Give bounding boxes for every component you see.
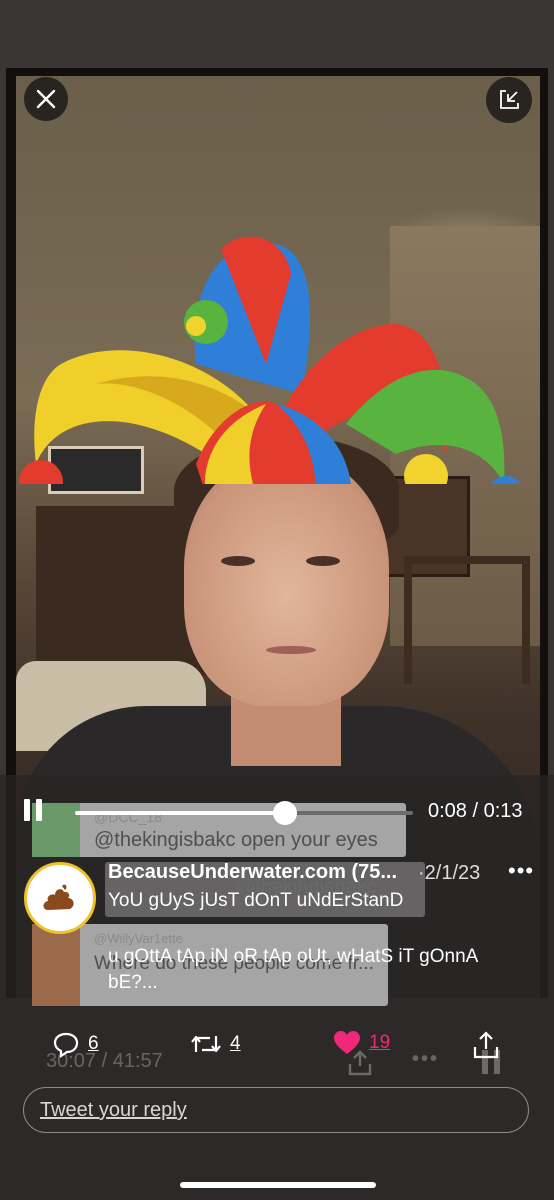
elapsed-time: 0:08	[428, 800, 467, 822]
share-button[interactable]	[472, 1030, 500, 1060]
home-indicator[interactable]	[180, 1182, 376, 1188]
poop-emoji-avatar-icon	[43, 884, 74, 910]
like-count: 19	[369, 1032, 391, 1053]
background-comment-text: @thekingisbakc open your eyes	[94, 829, 378, 851]
tweet-author[interactable]: BecauseUnderwater.com (75...	[108, 861, 413, 884]
tweet-actions: 6 4 19	[0, 1030, 554, 1070]
tweet-text-line-2: u gOttA tAp iN oR tAp oUt, wHatS iT gOnn…	[108, 946, 478, 993]
date-separator: ·	[418, 862, 425, 884]
reply-count: 6	[88, 1033, 99, 1054]
close-button[interactable]	[24, 77, 68, 121]
tweet-date-value: 2/1/23	[424, 862, 481, 884]
collapse-arrow-icon	[500, 90, 519, 109]
pause-icon-bar-right	[36, 799, 42, 821]
reply-input[interactable]: Tweet your reply	[23, 1087, 529, 1133]
progress-bar[interactable]	[75, 801, 413, 825]
close-icon	[36, 89, 56, 109]
reply-button[interactable]: 6	[52, 1030, 99, 1058]
tweet-text-line-1: YoU gUyS jUsT dOnT uNdErStanD	[108, 890, 404, 911]
total-duration: 0:13	[483, 800, 523, 822]
pause-button[interactable]	[24, 799, 48, 825]
retweet-icon	[191, 1035, 221, 1053]
retweet-count: 4	[230, 1033, 241, 1054]
reply-placeholder: Tweet your reply	[40, 1099, 187, 1121]
share-icon	[473, 1031, 499, 1059]
reply-icon	[53, 1032, 79, 1058]
heart-icon	[334, 1031, 360, 1054]
progress-scrubber[interactable]	[272, 801, 297, 825]
avatar[interactable]	[24, 862, 96, 934]
progress-fill	[75, 811, 285, 815]
jester-hat-filter	[19, 236, 521, 484]
retweet-button[interactable]: 4	[190, 1030, 241, 1058]
more-options-icon[interactable]: •••	[508, 858, 534, 884]
playback-time: 0:08 / 0:13	[428, 800, 523, 822]
open-in-new-button[interactable]	[486, 77, 532, 123]
like-button[interactable]: 19	[333, 1030, 390, 1056]
tweet-date: ·2/1/23	[418, 862, 480, 885]
pause-icon-bar-left	[24, 799, 30, 821]
